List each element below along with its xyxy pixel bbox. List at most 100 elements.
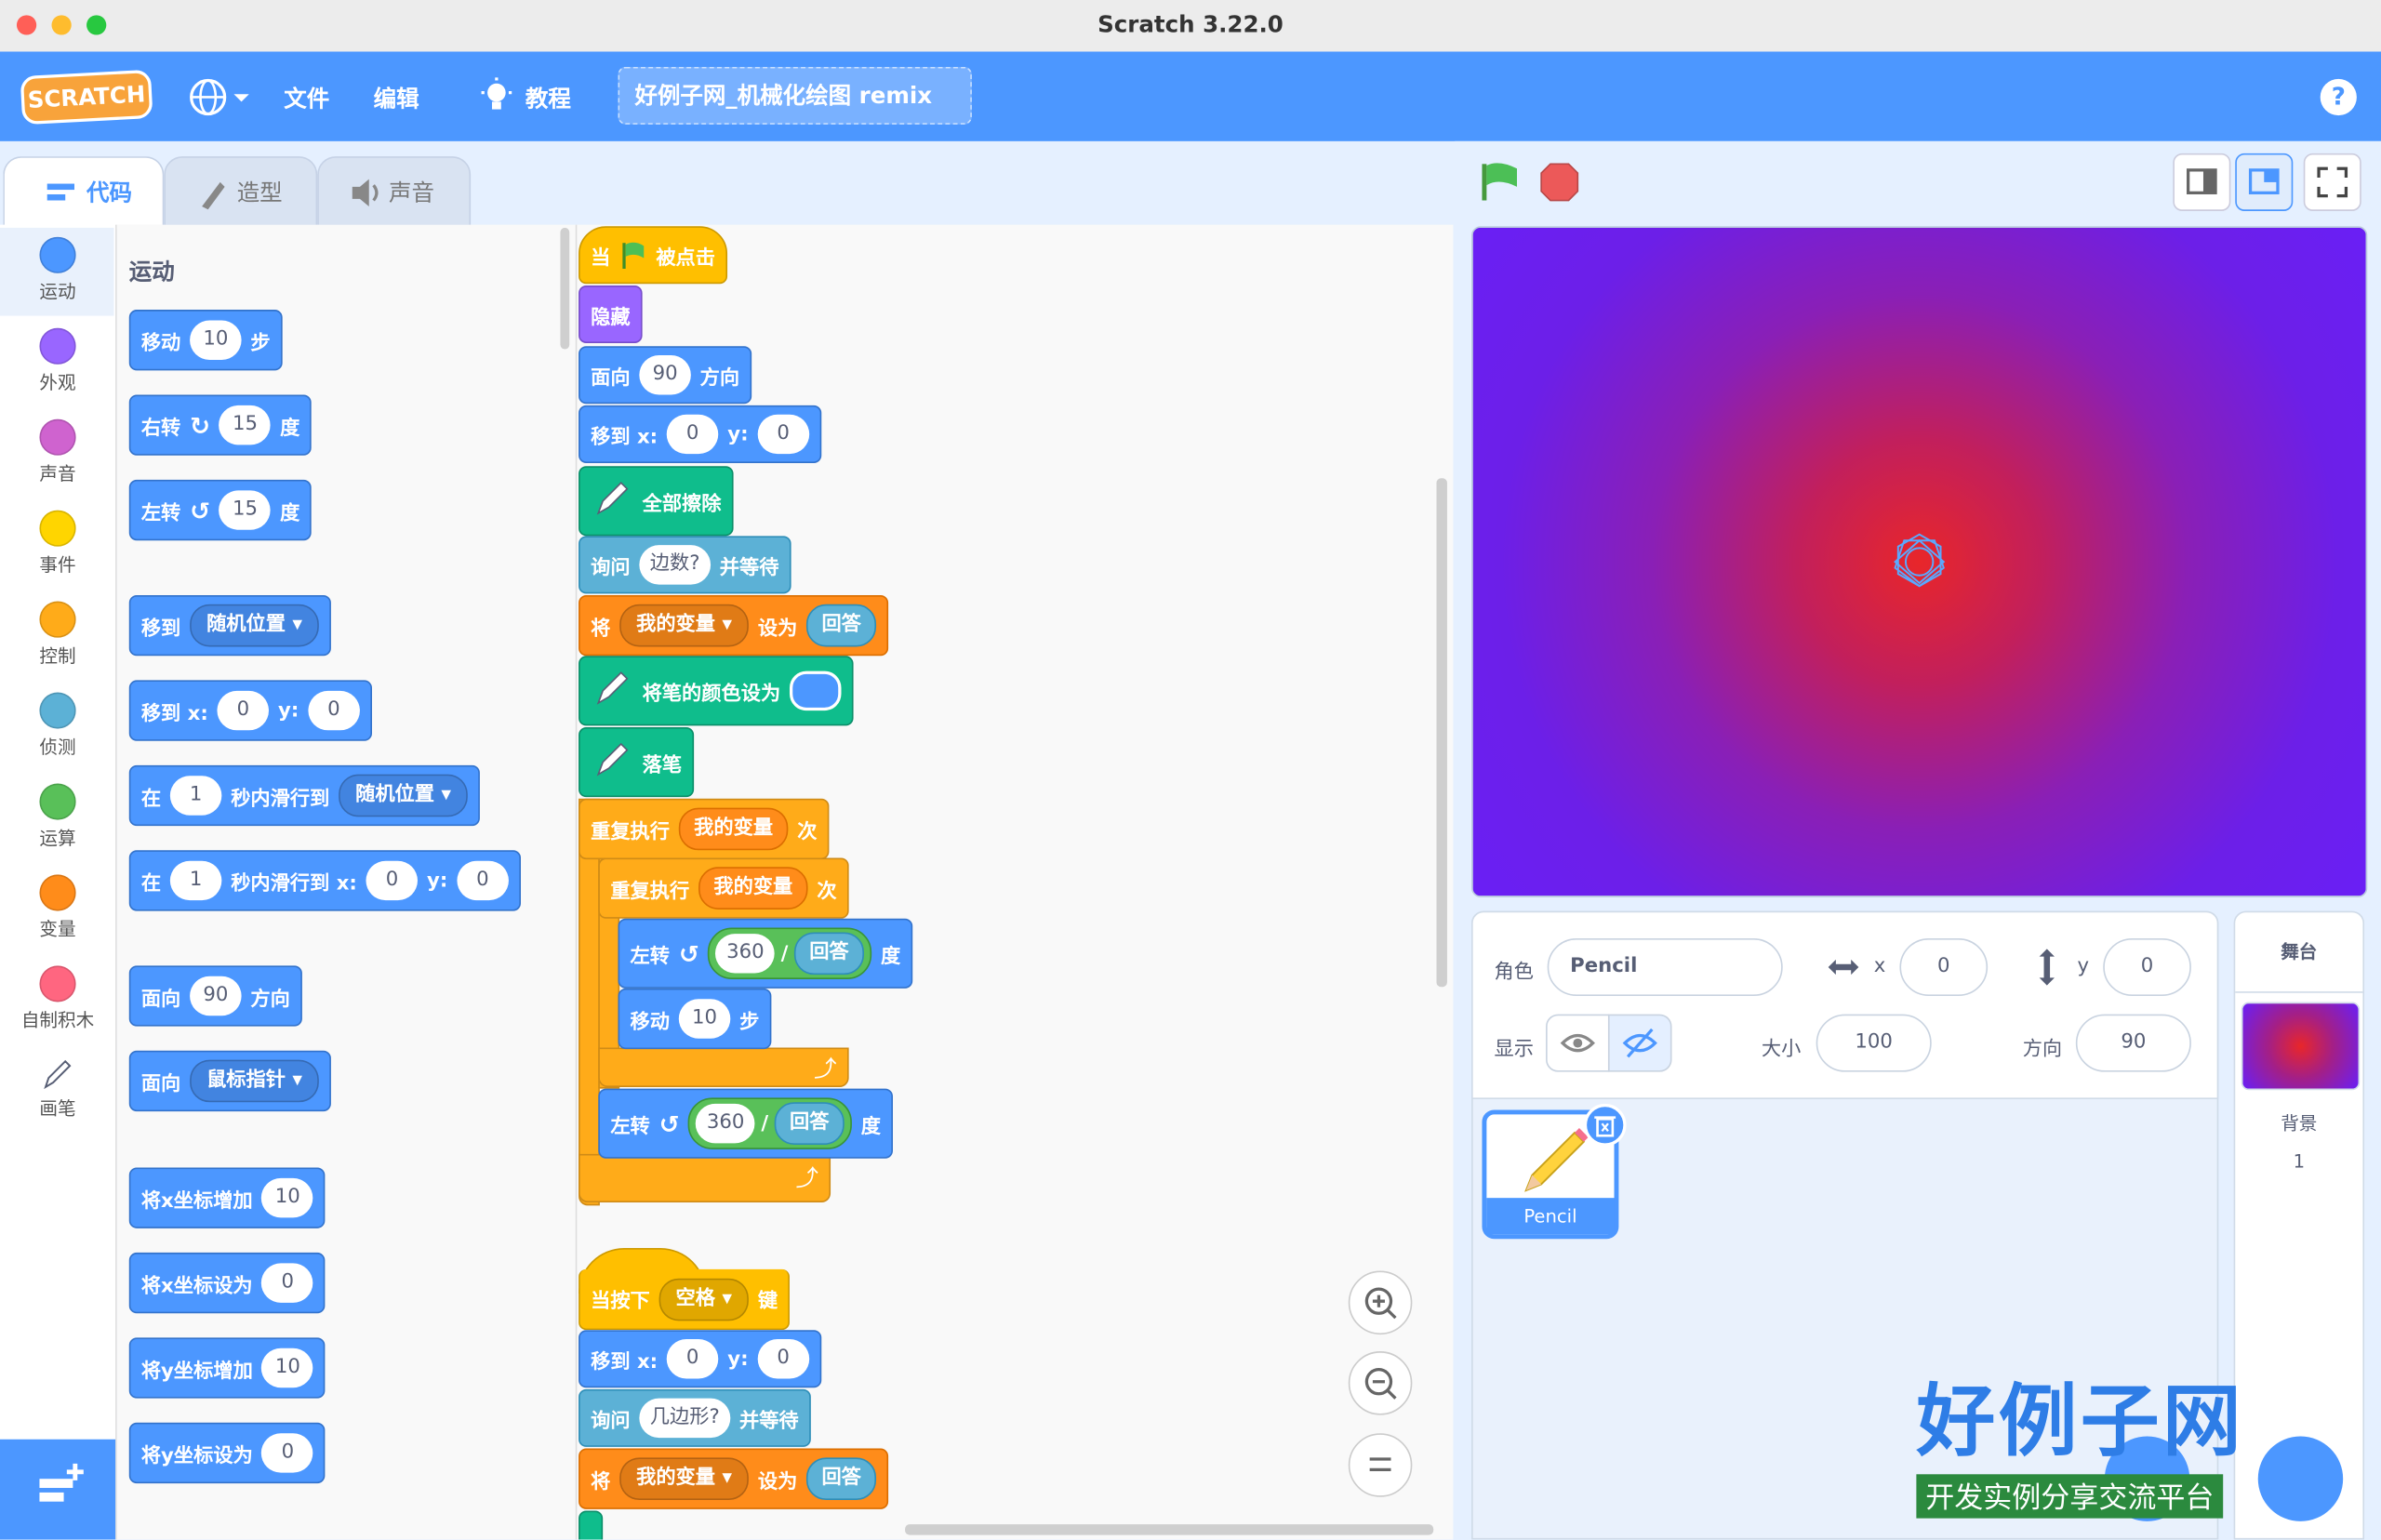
category-color-dot xyxy=(39,327,76,365)
key-dropdown[interactable]: 空格 ▾ xyxy=(658,1277,750,1321)
palette-point-towards-block[interactable]: 面向 鼠标指针 ▾ xyxy=(128,1050,332,1112)
category-label: 事件 xyxy=(39,553,76,576)
palette-turn-right-block[interactable]: 右转 ↻ 15 度 xyxy=(128,394,313,456)
goto-xy-block[interactable]: 移到 x: 0 y: 0 xyxy=(579,1330,821,1388)
scratch-logo[interactable]: SCRATCH xyxy=(20,69,153,126)
direction-input[interactable]: 90 xyxy=(2075,1014,2191,1072)
fullscreen-button[interactable] xyxy=(2303,153,2361,211)
category-4[interactable]: 控制 xyxy=(0,601,115,669)
goto-target-dropdown[interactable]: 随机位置 ▾ xyxy=(190,604,320,647)
category-8[interactable]: 自制积木 xyxy=(0,965,115,1032)
tutorials-menu[interactable]: 教程 xyxy=(525,82,571,113)
zoom-out-button[interactable] xyxy=(1348,1351,1413,1415)
ask-and-wait-block[interactable]: 询问 边数? 并等待 xyxy=(579,536,791,594)
language-menu[interactable] xyxy=(188,77,252,123)
goto-xy-block[interactable]: 移到 x: 0 y: 0 xyxy=(579,405,821,463)
tab-costumes[interactable]: 造型 xyxy=(164,156,318,227)
variable-dropdown[interactable]: 我的变量 ▾ xyxy=(619,604,750,647)
set-variable-block[interactable]: 将 我的变量 ▾ 设为 回答 xyxy=(579,1448,889,1509)
set-pen-color-block[interactable]: 将笔的颜色设为 xyxy=(579,656,854,726)
palette-scrollbar[interactable] xyxy=(560,227,570,350)
normal-stage-button[interactable] xyxy=(2235,153,2294,211)
script-vertical-scrollbar[interactable] xyxy=(1436,478,1447,988)
hide-block[interactable]: 隐藏 xyxy=(579,285,643,343)
size-input[interactable]: 100 xyxy=(1816,1014,1932,1072)
file-menu[interactable]: 文件 xyxy=(284,82,329,113)
tab-sounds[interactable]: 声音 xyxy=(317,156,472,227)
category-color-dot xyxy=(39,510,76,547)
variable-dropdown[interactable]: 我的变量 ▾ xyxy=(619,1457,750,1501)
category-5[interactable]: 侦测 xyxy=(0,692,115,759)
palette-point-direction-block[interactable]: 面向 90 方向 xyxy=(128,965,302,1027)
category-7[interactable]: 变量 xyxy=(0,874,115,941)
lightbulb-icon[interactable] xyxy=(480,77,513,123)
answer-reporter[interactable]: 回答 xyxy=(806,604,877,647)
edit-menu[interactable]: 编辑 xyxy=(374,82,419,113)
zoom-in-button[interactable] xyxy=(1348,1270,1413,1335)
tab-code[interactable]: 代码 xyxy=(3,156,165,230)
backdrop-thumbnail[interactable] xyxy=(2241,1002,2361,1091)
repeat-count-variable[interactable]: 我的变量 xyxy=(698,867,808,909)
point-towards-dropdown[interactable]: 鼠标指针 ▾ xyxy=(190,1059,320,1103)
green-flag-button[interactable] xyxy=(1478,161,1521,209)
palette-set-y-block[interactable]: 将y坐标设为 0 xyxy=(128,1422,326,1484)
direction-label: 方向 xyxy=(2022,1038,2063,1062)
repeat-count-variable[interactable]: 我的变量 xyxy=(678,807,789,851)
stop-button[interactable] xyxy=(1538,161,1581,209)
sprite-name-input[interactable]: Pencil xyxy=(1547,937,1783,997)
repeat-inner-block[interactable]: 重复执行 我的变量次 xyxy=(598,857,849,919)
turn-left-block[interactable]: 左转 ↺ 360/回答 度 xyxy=(598,1088,894,1159)
divide-operator[interactable]: 360/回答 xyxy=(688,1097,852,1149)
stage-canvas[interactable] xyxy=(1471,226,2368,897)
vertical-arrows-icon xyxy=(2031,948,2062,993)
category-6[interactable]: 运算 xyxy=(0,783,115,850)
palette-turn-left-block[interactable]: 左转 ↺ 15 度 xyxy=(128,479,313,541)
when-key-pressed-block[interactable]: 当按下 空格 ▾ 键 xyxy=(579,1268,791,1331)
pen-color-swatch[interactable] xyxy=(790,670,842,711)
script-horizontal-scrollbar[interactable] xyxy=(905,1524,1434,1535)
add-extension-button[interactable] xyxy=(0,1439,116,1540)
hide-sprite-button[interactable] xyxy=(1607,1014,1672,1072)
small-stage-button[interactable] xyxy=(2173,153,2231,211)
set-variable-block[interactable]: 将 我的变量 ▾ 设为 回答 xyxy=(579,594,889,657)
move-steps-block[interactable]: 移动 10 步 xyxy=(618,988,772,1050)
glide-target-dropdown[interactable]: 随机位置 ▾ xyxy=(339,774,469,817)
x-position-input[interactable]: 0 xyxy=(1899,937,1989,997)
palette-set-x-block[interactable]: 将x坐标设为 0 xyxy=(128,1252,326,1314)
project-title-input[interactable]: 好例子网_机械化绘图 remix xyxy=(618,66,972,125)
palette-change-y-block[interactable]: 将y坐标增加 10 xyxy=(128,1337,326,1399)
pen-block-partial[interactable] xyxy=(579,1510,604,1540)
palette-glide-xy-block[interactable]: 在 1 秒内滑行到 x: 0 y: 0 xyxy=(128,850,521,911)
category-1[interactable]: 外观 xyxy=(0,327,115,395)
point-direction-block[interactable]: 面向 90 方向 xyxy=(579,346,752,405)
delete-sprite-button[interactable] xyxy=(1583,1103,1627,1147)
category-0[interactable]: 运动 xyxy=(0,236,115,304)
answer-reporter[interactable]: 回答 xyxy=(806,1457,877,1501)
category-label: 控制 xyxy=(39,644,76,667)
pen-clear-block[interactable]: 全部擦除 xyxy=(579,466,734,537)
palette-change-x-block[interactable]: 将x坐标增加 10 xyxy=(128,1167,326,1228)
turn-left-block[interactable]: 左转 ↺ 360/回答 度 xyxy=(618,918,913,989)
category-3[interactable]: 事件 xyxy=(0,510,115,578)
globe-icon xyxy=(190,78,249,116)
palette-move-block[interactable]: 移动 10 步 xyxy=(128,310,283,371)
category-2[interactable]: 声音 xyxy=(0,418,115,486)
stop-sign-icon xyxy=(1540,163,1579,202)
show-sprite-button[interactable] xyxy=(1546,1014,1610,1072)
divide-operator[interactable]: 360/回答 xyxy=(708,927,872,980)
x-label: x xyxy=(1873,954,1886,978)
repeat-outer-block[interactable]: 重复执行 我的变量次 xyxy=(579,798,830,860)
ask-and-wait-block[interactable]: 询问 几边形? 并等待 xyxy=(579,1388,811,1447)
help-button[interactable]: ? xyxy=(2320,78,2357,116)
y-position-input[interactable]: 0 xyxy=(2103,937,2191,997)
palette-glide-block[interactable]: 在 1 秒内滑行到 随机位置 ▾ xyxy=(128,764,481,827)
palette-goto-xy-block[interactable]: 移到 x: 0 y: 0 xyxy=(128,680,372,741)
category-9[interactable]: 画笔 xyxy=(0,1056,115,1121)
rotate-left-icon: ↺ xyxy=(678,938,699,968)
when-flag-clicked-block[interactable]: 当 被点击 xyxy=(579,226,728,285)
palette-goto-block[interactable]: 移到 随机位置 ▾ xyxy=(128,594,332,657)
trash-icon xyxy=(1594,1116,1616,1137)
pen-down-block[interactable]: 落笔 xyxy=(579,727,695,798)
category-label: 运动 xyxy=(39,281,76,302)
zoom-reset-button[interactable] xyxy=(1348,1433,1413,1497)
